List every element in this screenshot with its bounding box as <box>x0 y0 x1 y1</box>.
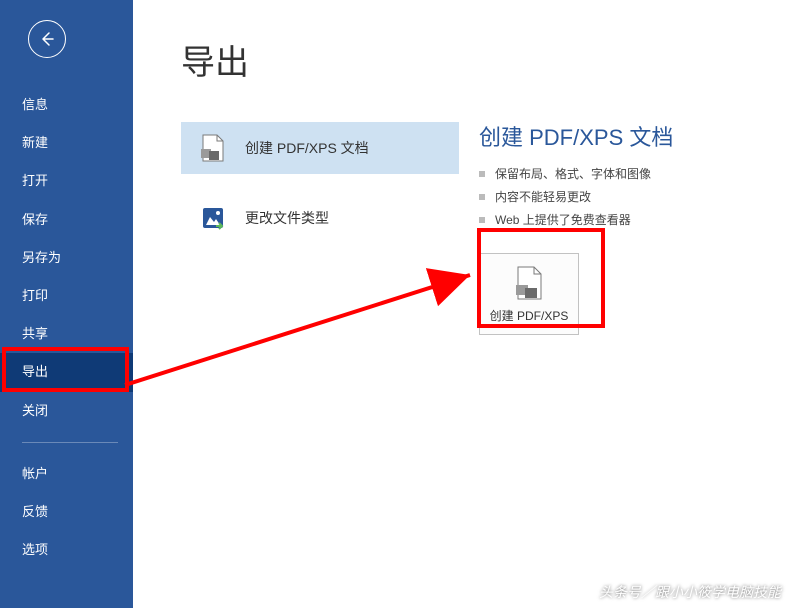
nav-label: 反馈 <box>22 504 48 519</box>
detail-bullet: 内容不能轻易更改 <box>479 185 673 208</box>
nav-label: 打印 <box>22 288 48 303</box>
nav-item-print[interactable]: 打印 <box>0 277 133 315</box>
detail-bullets: 保留布局、格式、字体和图像 内容不能轻易更改 Web 上提供了免费查看器 <box>479 162 673 231</box>
nav-item-info[interactable]: 信息 <box>0 86 133 124</box>
nav-item-options[interactable]: 选项 <box>0 531 133 569</box>
nav-item-save-as[interactable]: 另存为 <box>0 239 133 277</box>
main-content: 导出 创建 PDF/XPS 文档 <box>133 0 791 608</box>
nav-label: 打开 <box>22 173 48 188</box>
nav-item-new[interactable]: 新建 <box>0 124 133 162</box>
nav-label: 保存 <box>22 212 48 227</box>
page-title: 导出 <box>181 35 479 84</box>
detail-bullet: Web 上提供了免费查看器 <box>479 208 673 231</box>
export-option-label: 创建 PDF/XPS 文档 <box>245 138 369 158</box>
nav-label: 信息 <box>22 97 48 112</box>
nav-item-account[interactable]: 帐户 <box>0 455 133 493</box>
export-options-list: 创建 PDF/XPS 文档 更改文件类型 <box>181 122 459 262</box>
export-detail-panel: 创建 PDF/XPS 文档 保留布局、格式、字体和图像 内容不能轻易更改 Web… <box>479 35 673 608</box>
back-button[interactable] <box>28 20 66 58</box>
change-type-icon <box>199 204 227 232</box>
detail-title: 创建 PDF/XPS 文档 <box>479 120 673 152</box>
export-option-change-file-type[interactable]: 更改文件类型 <box>181 192 459 244</box>
nav-label: 导出 <box>22 364 48 379</box>
nav-label: 另存为 <box>22 250 61 265</box>
nav-item-close[interactable]: 关闭 <box>0 392 133 430</box>
nav-label: 选项 <box>22 542 48 557</box>
nav-divider <box>22 442 118 443</box>
backstage-sidebar: 信息 新建 打开 保存 另存为 打印 共享 导出 关闭 帐户 反馈 选项 <box>0 0 133 608</box>
pdf-doc-icon <box>199 134 227 162</box>
nav-label: 帐户 <box>22 466 48 481</box>
nav-label: 共享 <box>22 326 48 341</box>
nav-item-open[interactable]: 打开 <box>0 162 133 200</box>
pdf-doc-icon <box>511 265 547 301</box>
detail-bullet: 保留布局、格式、字体和图像 <box>479 162 673 185</box>
nav-label: 关闭 <box>22 403 48 418</box>
back-arrow-icon <box>38 30 56 48</box>
create-pdf-xps-button[interactable]: 创建 PDF/XPS <box>479 253 579 335</box>
nav-item-share[interactable]: 共享 <box>0 315 133 353</box>
export-option-create-pdf-xps[interactable]: 创建 PDF/XPS 文档 <box>181 122 459 174</box>
nav-item-export[interactable]: 导出 <box>0 353 133 391</box>
nav-item-feedback[interactable]: 反馈 <box>0 493 133 531</box>
nav-label: 新建 <box>22 135 48 150</box>
button-label: 创建 PDF/XPS <box>490 307 569 324</box>
export-option-label: 更改文件类型 <box>245 208 329 228</box>
nav-item-save[interactable]: 保存 <box>0 201 133 239</box>
